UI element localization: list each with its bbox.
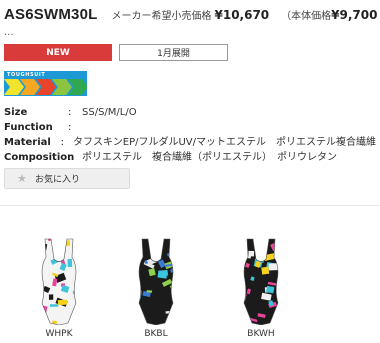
base-price-open: （本体価格	[281, 11, 332, 22]
new-badge: NEW	[4, 44, 112, 61]
spec-label: Function	[4, 122, 53, 133]
add-favorite-button[interactable]: ★ お気に入り	[4, 168, 130, 189]
spec-colon: :	[68, 122, 72, 133]
product-header: AS6SWM30L メーカー希望小売価格 ¥10,670 （本体価格¥9,700…	[4, 6, 377, 26]
spec-colon: :	[60, 137, 65, 148]
spec-label: Composition	[4, 152, 75, 163]
spec-label: Material	[4, 137, 51, 148]
spec-colon: :	[68, 152, 72, 163]
swimsuit-image	[41, 238, 77, 326]
product-model: AS6SWM30L	[4, 6, 98, 23]
star-icon: ★	[17, 172, 27, 185]
color-code-label: BKBL	[144, 329, 168, 339]
spec-value: SS/S/M/L/O	[82, 107, 137, 118]
base-price-value: ¥9,700	[331, 8, 378, 22]
spec-value: タフスキンEP/フルダルUV/マットエステル ポリエステル複合繊維	[73, 137, 376, 148]
swimsuit-image	[138, 238, 174, 326]
more-ellipsis: ...	[4, 27, 14, 38]
color-swatch-whpk[interactable]	[28, 237, 90, 326]
base-price: （本体価格¥9,700 ）	[281, 7, 380, 22]
msrp-price: ¥10,670	[214, 8, 270, 22]
release-badge: 1月展開	[119, 44, 228, 61]
spec-label: Size	[4, 107, 28, 118]
spec-value: ポリエステル 複合繊維（ポリエステル） ポリウレタン	[82, 152, 337, 163]
swimsuit-image	[243, 238, 279, 326]
color-code-label: BKWH	[247, 329, 275, 339]
spec-row-material: Material : タフスキンEP/フルダルUV/マットエステル ポリエステル…	[4, 135, 376, 150]
color-swatch-bkwh[interactable]	[230, 237, 292, 326]
divider	[0, 205, 380, 206]
msrp-label: メーカー希望小売価格	[111, 11, 212, 22]
favorite-label: お気に入り	[35, 175, 81, 185]
logo-text: TOUGHSUIT	[7, 72, 46, 78]
color-swatch-bkbl[interactable]	[125, 237, 187, 326]
spec-row-composition: Composition : ポリエステル 複合繊維（ポリエステル） ポリウレタン	[4, 150, 376, 165]
color-code-label: WHPK	[45, 329, 73, 339]
spec-table: Size : SS/S/M/L/O Function : Material : …	[4, 105, 376, 165]
spec-colon: :	[68, 107, 72, 118]
toughsuit-logo: TOUGHSUIT	[4, 71, 87, 96]
spec-row-function: Function :	[4, 120, 376, 135]
spec-row-size: Size : SS/S/M/L/O	[4, 105, 376, 120]
